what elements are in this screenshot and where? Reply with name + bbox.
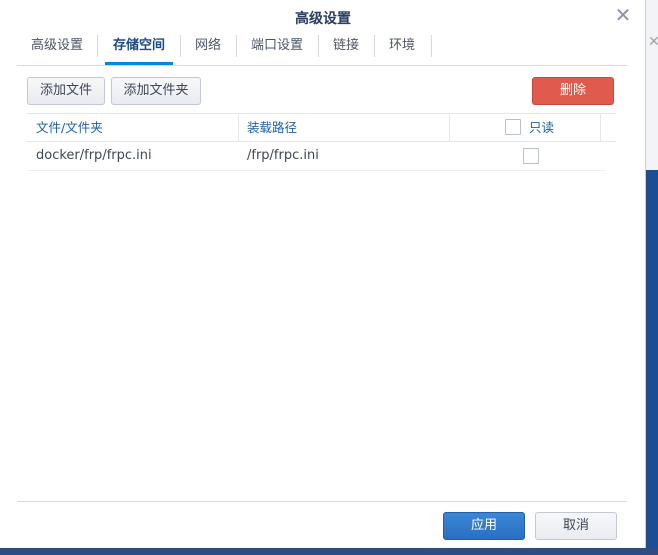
tab-advanced-settings[interactable]: 高级设置: [17, 32, 97, 62]
readonly-select-all-checkbox[interactable]: [505, 119, 521, 135]
apply-button[interactable]: 应用: [443, 512, 525, 540]
advanced-settings-dialog: 高级设置 ✕ 高级设置 存储空间 网络 端口设置 链接 环境 添加文件 添加文件…: [0, 0, 646, 548]
tab-port-settings[interactable]: 端口设置: [242, 32, 312, 62]
tab-environment[interactable]: 环境: [379, 32, 425, 62]
background-taskbar: [0, 548, 658, 555]
close-icon[interactable]: ✕: [612, 4, 634, 26]
column-header-mount-path[interactable]: 装载路径: [247, 114, 297, 141]
add-folder-button[interactable]: 添加文件夹: [111, 77, 201, 105]
column-header-readonly[interactable]: 只读: [529, 114, 554, 141]
dialog-title: 高级设置: [295, 11, 351, 27]
tab-storage[interactable]: 存储空间: [105, 32, 173, 65]
tab-links[interactable]: 链接: [323, 32, 369, 62]
delete-button[interactable]: 删除: [532, 77, 614, 105]
table-header: 文件/文件夹 装载路径 只读: [27, 113, 616, 142]
volume-table: 文件/文件夹 装载路径 只读 docker/frp/frpc.ini /frp/…: [27, 113, 616, 171]
footer-divider: [17, 501, 627, 502]
table-row[interactable]: docker/frp/frpc.ini /frp/frpc.ini: [27, 142, 606, 171]
tab-bar: 高级设置 存储空间 网络 端口设置 链接 环境: [17, 32, 627, 66]
tab-separator: [431, 35, 432, 57]
column-separator: [238, 114, 239, 141]
tab-network[interactable]: 网络: [185, 32, 231, 62]
cancel-button[interactable]: 取消: [535, 512, 617, 540]
readonly-checkbox[interactable]: [523, 148, 539, 164]
column-separator: [600, 114, 601, 141]
tab-separator: [180, 35, 181, 57]
column-header-file[interactable]: 文件/文件夹: [36, 114, 103, 141]
tab-separator: [318, 35, 319, 57]
background-desktop: [647, 170, 658, 555]
tab-separator: [97, 35, 98, 57]
cell-mount-path: /frp/frpc.ini: [247, 148, 319, 163]
tab-separator: [374, 35, 375, 57]
column-separator: [449, 114, 450, 141]
tab-separator: [236, 35, 237, 57]
cell-file: docker/frp/frpc.ini: [36, 148, 152, 163]
background-close-icon: ✕: [648, 34, 658, 50]
add-file-button[interactable]: 添加文件: [27, 77, 105, 105]
